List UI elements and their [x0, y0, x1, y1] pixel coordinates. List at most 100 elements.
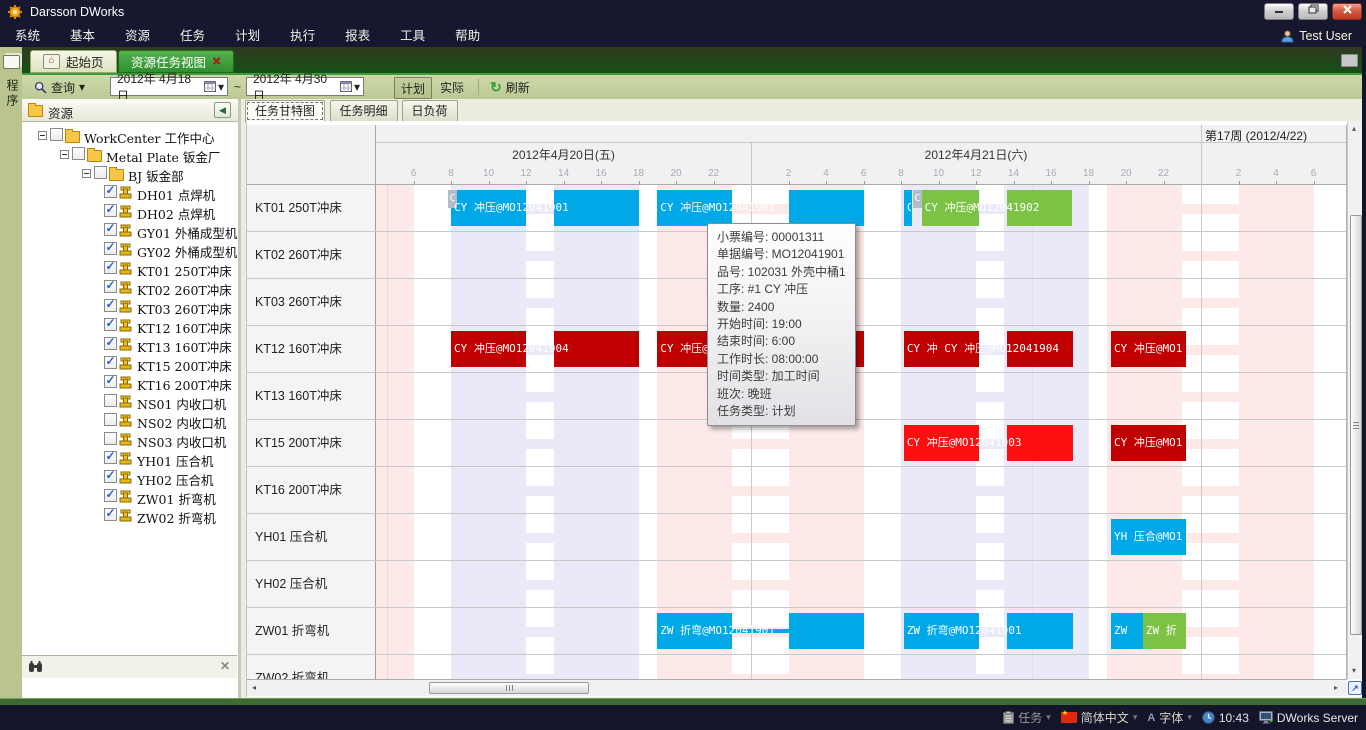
tree-checkbox[interactable]: ✓: [104, 508, 117, 521]
tree-checkbox[interactable]: ✓: [104, 223, 117, 236]
status-language-menu[interactable]: 简体中文 ▾: [1061, 709, 1138, 726]
tree-item[interactable]: ✓YH02 压合机: [22, 468, 237, 487]
date-from-field[interactable]: 2012年 4月18日 ▾: [110, 77, 228, 96]
vertical-scrollbar[interactable]: ▴ ▾: [1347, 121, 1363, 679]
tree-checkbox[interactable]: ✓: [104, 204, 117, 217]
tree-item[interactable]: ✓GY02 外桶成型机: [22, 240, 237, 259]
tree-item[interactable]: ✓ZW02 折弯机: [22, 506, 237, 525]
tree-item[interactable]: NS02 内收口机: [22, 411, 237, 430]
tree-item[interactable]: ✓KT12 160T冲床: [22, 316, 237, 335]
tree-item[interactable]: Metal Plate 钣金厂: [22, 145, 237, 164]
clear-filter-icon[interactable]: ✕: [220, 659, 230, 673]
scroll-up-icon[interactable]: ▴: [1352, 125, 1356, 133]
tree-checkbox[interactable]: ✓: [104, 489, 117, 502]
tree-item[interactable]: ✓KT02 260T冲床: [22, 278, 237, 297]
shift-work-stripe: [657, 514, 732, 560]
side-strip-label[interactable]: 程序: [4, 79, 21, 109]
menu-item-计划[interactable]: 计划: [220, 25, 275, 47]
expand-box-icon[interactable]: [60, 150, 69, 159]
tree-checkbox[interactable]: ✓: [104, 185, 117, 198]
tree-item[interactable]: ✓KT16 200T冲床: [22, 373, 237, 392]
view-tab-任务明细[interactable]: 任务明细: [330, 100, 398, 121]
tree-checkbox[interactable]: [104, 432, 117, 445]
jump-to-task-button[interactable]: ↗: [1348, 681, 1362, 695]
menu-item-报表[interactable]: 报表: [330, 25, 385, 47]
status-font-menu[interactable]: A 字体 ▾: [1147, 709, 1192, 726]
menu-item-任务[interactable]: 任务: [165, 25, 220, 47]
window-title: Darsson DWorks: [30, 5, 124, 19]
panels-icon[interactable]: [3, 55, 20, 69]
tree-checkbox[interactable]: ✓: [104, 356, 117, 369]
expand-box-icon[interactable]: [38, 131, 47, 140]
window-list-icon[interactable]: [1341, 54, 1358, 67]
view-tab-任务甘特图[interactable]: 任务甘特图: [245, 100, 325, 122]
minimize-button[interactable]: [1264, 3, 1294, 20]
tree-checkbox[interactable]: ✓: [104, 299, 117, 312]
refresh-button[interactable]: ↻ 刷新: [484, 77, 536, 97]
menu-item-系统[interactable]: 系统: [0, 25, 55, 47]
tree-checkbox[interactable]: ✓: [104, 375, 117, 388]
status-server[interactable]: DWorks Server: [1259, 711, 1358, 725]
tree-checkbox[interactable]: [104, 413, 117, 426]
tree-checkbox[interactable]: ✓: [104, 451, 117, 464]
close-button[interactable]: [1332, 3, 1362, 20]
scroll-down-icon[interactable]: ▾: [1352, 667, 1356, 675]
tree-checkbox[interactable]: ✓: [104, 242, 117, 255]
tree-item[interactable]: ✓KT03 260T冲床: [22, 297, 237, 316]
hour-tick-label: 18: [1083, 168, 1094, 179]
date-to-field[interactable]: 2012年 4月30日 ▾: [246, 77, 364, 96]
gantt-row-label: KT13 160T冲床: [247, 373, 376, 419]
tree-checkbox[interactable]: [50, 128, 63, 141]
tree-item[interactable]: ✓KT15 200T冲床: [22, 354, 237, 373]
shift-break-stripe: [976, 533, 1004, 543]
horizontal-scroll-thumb[interactable]: [429, 682, 589, 694]
shift-break-stripe: [976, 251, 1004, 261]
vertical-scroll-thumb[interactable]: [1350, 215, 1362, 635]
tree-checkbox[interactable]: ✓: [104, 280, 117, 293]
tree-checkbox[interactable]: [104, 394, 117, 407]
scroll-left-icon[interactable]: ◂: [252, 684, 256, 692]
collapse-panel-button[interactable]: ◀: [214, 102, 231, 118]
menu-item-执行[interactable]: 执行: [275, 25, 330, 47]
tree-checkbox[interactable]: [72, 147, 85, 160]
calendar-icon: [204, 81, 216, 92]
menu-item-资源[interactable]: 资源: [110, 25, 165, 47]
shift-work-stripe: [554, 655, 638, 679]
tree-item[interactable]: ✓DH01 点焊机: [22, 183, 237, 202]
plan-toggle-button[interactable]: 计划: [394, 77, 432, 99]
restore-button[interactable]: [1298, 3, 1328, 20]
tree-item[interactable]: ✓GY01 外桶成型机: [22, 221, 237, 240]
tree-checkbox[interactable]: ✓: [104, 470, 117, 483]
menu-bar: 系统基本资源任务计划执行报表工具帮助 Test User: [0, 25, 1366, 47]
query-button[interactable]: 查询 ▾: [28, 77, 91, 97]
tree-item[interactable]: BJ 钣金部: [22, 164, 237, 183]
tab-home-page[interactable]: ⌂ 起始页: [30, 50, 117, 73]
horizontal-scrollbar[interactable]: ◂ ▸: [247, 679, 1347, 696]
tree-item[interactable]: ✓YH01 压合机: [22, 449, 237, 468]
shift-work-stripe: [789, 561, 864, 607]
tree-item[interactable]: ✓KT13 160T冲床: [22, 335, 237, 354]
tab-close-icon[interactable]: ✕: [212, 55, 221, 68]
expand-box-icon[interactable]: [82, 169, 91, 178]
tree-checkbox[interactable]: ✓: [104, 337, 117, 350]
tree-item[interactable]: ✓DH02 点焊机: [22, 202, 237, 221]
tree-checkbox[interactable]: ✓: [104, 261, 117, 274]
user-box[interactable]: Test User: [1281, 25, 1352, 47]
menu-item-工具[interactable]: 工具: [385, 25, 440, 47]
menu-item-基本[interactable]: 基本: [55, 25, 110, 47]
tree-item[interactable]: ✓ZW01 折弯机: [22, 487, 237, 506]
tree-checkbox[interactable]: ✓: [104, 318, 117, 331]
tab-home-label: 起始页: [66, 52, 104, 71]
tree-item[interactable]: NS01 内收口机: [22, 392, 237, 411]
tree-checkbox[interactable]: [94, 166, 107, 179]
binoculars-icon[interactable]: [28, 660, 43, 673]
actual-toggle-button[interactable]: 实际: [434, 77, 470, 97]
tree-item[interactable]: ✓KT01 250T冲床: [22, 259, 237, 278]
tree-item[interactable]: NS03 内收口机: [22, 430, 237, 449]
menu-item-帮助[interactable]: 帮助: [440, 25, 495, 47]
scroll-right-icon[interactable]: ▸: [1334, 684, 1338, 692]
status-task-menu[interactable]: 任务 ▾: [1003, 709, 1051, 726]
task-marker[interactable]: C: [913, 190, 921, 208]
view-tab-日负荷[interactable]: 日负荷: [402, 100, 458, 121]
tree-item[interactable]: WorkCenter 工作中心: [22, 126, 237, 145]
